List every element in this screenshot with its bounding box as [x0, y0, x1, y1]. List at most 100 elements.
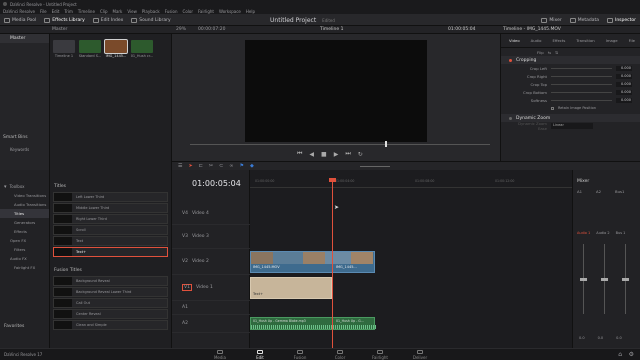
sound-library-button[interactable]: Sound Library — [127, 14, 174, 26]
fx-category-open-fx[interactable]: Open FX — [0, 236, 49, 245]
page-fusion[interactable]: Fusion — [280, 350, 320, 360]
softness-value[interactable]: 0.000 — [616, 97, 632, 103]
fader-knob[interactable] — [622, 278, 629, 281]
fx-item[interactable]: Middle Lower Third — [53, 203, 168, 213]
page-color[interactable]: Color — [320, 350, 360, 360]
fx-category-filters[interactable]: Filters — [0, 245, 49, 254]
fx-category-generators[interactable]: Generators — [0, 218, 49, 227]
fader-knob[interactable] — [580, 278, 587, 281]
menu-mark[interactable]: Mark — [113, 9, 123, 14]
fx-item[interactable]: Center Reveal — [53, 309, 168, 319]
track-header-a2[interactable]: A2 — [172, 315, 250, 333]
fx-item[interactable]: Call Out — [53, 298, 168, 308]
window-close-button[interactable] — [3, 2, 7, 6]
media-pool-button[interactable]: Media Pool — [0, 14, 40, 26]
page-deliver[interactable]: Deliver — [400, 350, 440, 360]
video-clip[interactable]: IMG_1445.MOV IMG_1445... — [250, 251, 375, 273]
fx-category-titles[interactable]: Titles — [0, 209, 49, 218]
viewer-image[interactable] — [245, 40, 427, 142]
loop-icon[interactable]: ↻ — [358, 151, 363, 158]
fx-item-selected[interactable]: Text+ — [53, 247, 168, 257]
track-header-v2[interactable]: V2 Video 2 — [172, 249, 250, 275]
playhead-handle[interactable] — [329, 178, 336, 182]
inspector-tab-video[interactable]: Video — [509, 38, 520, 43]
timeline-playhead[interactable] — [332, 178, 333, 348]
retain-checkbox[interactable] — [551, 106, 554, 110]
menu-fairlight[interactable]: Fairlight — [198, 9, 214, 14]
fx-category-video-transitions[interactable]: Video Transitions — [0, 191, 49, 200]
fx-item[interactable]: Left Lower Third — [53, 192, 168, 202]
timeline-ruler[interactable]: 01:00:00:00 01:00:04:00 01:00:08:00 01:0… — [250, 178, 572, 188]
menu-timeline[interactable]: Timeline — [78, 9, 95, 14]
crop-slider[interactable] — [551, 67, 612, 69]
go-to-end-icon[interactable]: ⏭ — [345, 150, 350, 158]
menu-edit[interactable]: Edit — [52, 9, 60, 14]
menu-playback[interactable]: Playback — [142, 9, 160, 14]
inspector-button[interactable]: Inspector — [603, 14, 640, 26]
inspector-tab-audio[interactable]: Audio — [531, 38, 542, 43]
timeline-name[interactable]: Timeline 1 — [320, 27, 343, 32]
bin-master[interactable]: Master — [0, 34, 49, 43]
inspector-tab-image[interactable]: Image — [606, 38, 618, 43]
menu-file[interactable]: File — [40, 9, 47, 14]
track-header-v1[interactable]: V1 Video 1 — [172, 275, 250, 301]
cropping-header[interactable]: Cropping — [501, 56, 640, 64]
menu-view[interactable]: View — [127, 9, 137, 14]
softness-slider[interactable] — [551, 99, 612, 101]
media-clip[interactable]: IMG_1445... — [104, 39, 128, 58]
media-clip[interactable]: 01_Hush cr... — [130, 40, 154, 58]
menu-help[interactable]: Help — [246, 9, 255, 14]
play-icon[interactable]: ▶ — [334, 151, 339, 158]
crop-right-value[interactable]: 0.000 — [616, 73, 632, 79]
viewer-scrubber[interactable] — [190, 144, 490, 145]
crop-bottom-value[interactable]: 0.000 — [616, 89, 632, 95]
gear-icon[interactable]: ⚙ — [629, 351, 634, 358]
fx-category-audio-fx[interactable]: Audio FX — [0, 254, 49, 263]
crop-slider[interactable] — [551, 91, 612, 93]
fx-item[interactable]: Text — [53, 236, 168, 246]
page-edit[interactable]: Edit — [240, 350, 280, 360]
ease-dropdown[interactable]: Linear — [551, 123, 593, 129]
audio-clip[interactable]: 01_Hush Up - Gemma Blake.mp3 01_Hush Up … — [250, 317, 376, 330]
flag-icon[interactable]: ⚑ — [239, 163, 243, 169]
page-fairlight[interactable]: Fairlight — [360, 350, 400, 360]
edit-index-button[interactable]: Edit Index — [89, 14, 128, 26]
effects-library-button[interactable]: Effects Library — [40, 14, 88, 26]
crop-left-value[interactable]: 0.000 — [616, 65, 632, 71]
fx-item[interactable]: Right Lower Third — [53, 214, 168, 224]
track-header-a1[interactable]: A1 — [172, 301, 250, 315]
crop-slider[interactable] — [551, 83, 612, 85]
viewer-playhead[interactable] — [385, 141, 387, 147]
menu-clip[interactable]: Clip — [100, 9, 108, 14]
track-header-v3[interactable]: V3 Video 3 — [172, 225, 250, 249]
fx-item[interactable]: Background Reveal — [53, 276, 168, 286]
media-clip[interactable]: Standard S... — [78, 40, 102, 58]
page-media[interactable]: Media — [200, 350, 240, 360]
menu-trim[interactable]: Trim — [64, 9, 73, 14]
link-icon[interactable]: ∞ — [229, 163, 233, 169]
fx-item[interactable]: Clean and Simple — [53, 320, 168, 330]
menu-app[interactable]: DaVinci Resolve — [3, 9, 35, 14]
trim-tool-icon[interactable]: ⊏ — [199, 163, 203, 169]
zoom-slider[interactable] — [359, 165, 390, 167]
menu-fusion[interactable]: Fusion — [165, 9, 178, 14]
crop-top-value[interactable]: 0.000 — [616, 81, 632, 87]
stop-icon[interactable]: ■ — [321, 151, 327, 158]
selection-tool-icon[interactable]: ➤ — [188, 163, 192, 169]
metadata-button[interactable]: Metadata — [566, 14, 603, 26]
menu-color[interactable]: Color — [183, 9, 193, 14]
track-header-v4[interactable]: V4 Video 4 — [172, 203, 250, 225]
go-to-start-icon[interactable]: ⏮ — [297, 150, 302, 158]
mixer-button[interactable]: Mixer — [537, 14, 565, 26]
blade-tool-icon[interactable]: ✂ — [209, 163, 213, 169]
fx-item[interactable]: Background Reveal Lower Third — [53, 287, 168, 297]
snapping-icon[interactable]: ⊂ — [219, 163, 223, 169]
home-icon[interactable]: ⌂ — [618, 351, 622, 358]
menu-workspace[interactable]: Workspace — [219, 9, 241, 14]
viewer-zoom[interactable]: 29% — [176, 27, 186, 32]
toolbox-item[interactable]: ▾ Toolbox — [0, 182, 49, 191]
timeline-view-options-icon[interactable]: ☰ — [178, 163, 182, 169]
inspector-tab-transition[interactable]: Transition — [576, 38, 594, 43]
marker-icon[interactable]: ◆ — [250, 163, 254, 169]
flip-horizontal-icon[interactable]: ⇆ — [548, 50, 551, 55]
